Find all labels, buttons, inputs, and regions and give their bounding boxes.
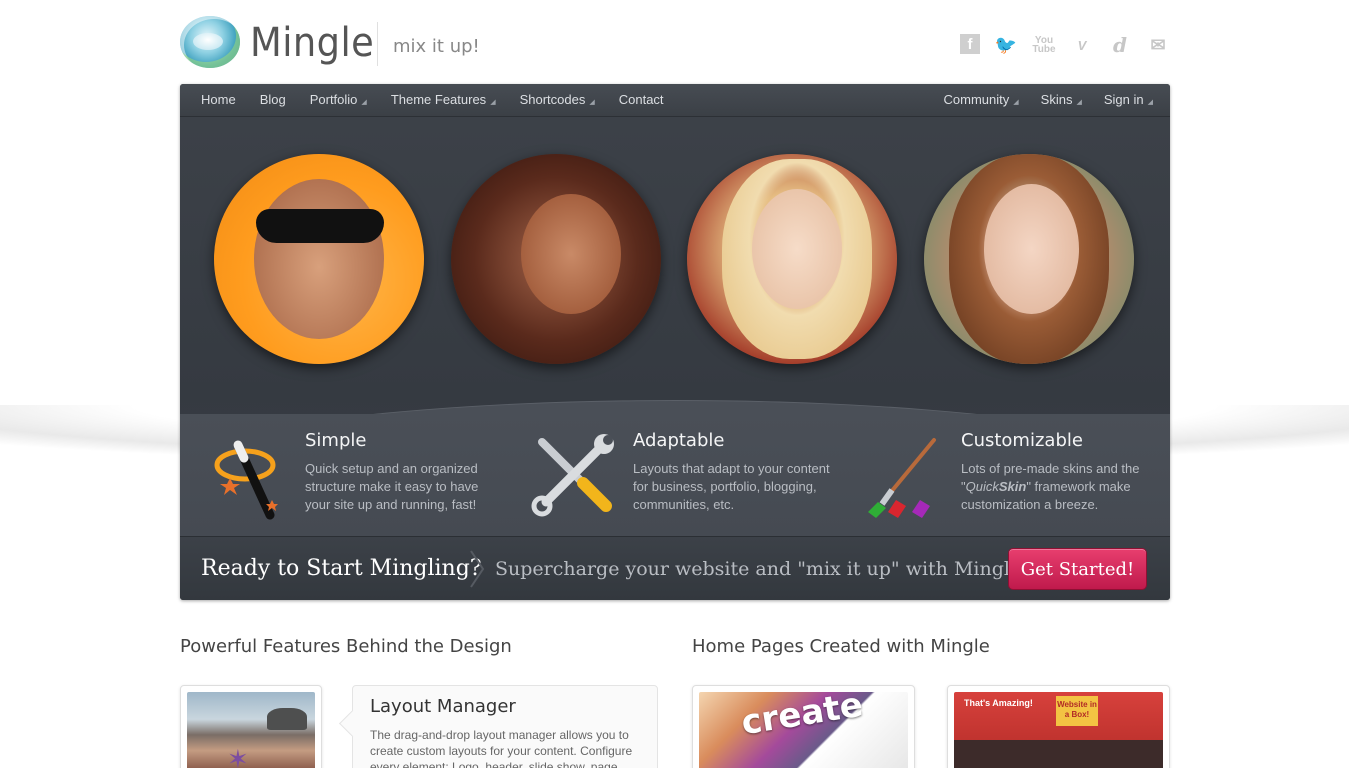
nav-label: Sign in [1103,92,1144,107]
rock-shape [267,708,307,730]
facebook-icon[interactable]: f [960,34,980,54]
sunglasses [256,209,384,243]
starfish-icon: ✶ [227,744,249,768]
nav-item-blog[interactable]: Blog [260,92,286,107]
feature-title: Simple [305,430,367,451]
nav-item-portfolio[interactable]: Portfolio ◢ [310,92,367,107]
portrait-face [254,179,384,339]
nav-item-shortcodes[interactable]: Shortcodes ◢ [520,92,595,107]
hero-portraits [214,154,1134,366]
feature-description: Layouts that adapt to your content for b… [633,461,830,512]
nav-label: Portfolio [309,92,358,107]
nav-label: Skins [1040,92,1073,107]
portrait-woman-smiling [451,154,661,364]
nav-item-skins[interactable]: Skins ◢ [1041,92,1082,107]
nav-label: Shortcodes [519,92,586,107]
nav-item-community[interactable]: Community ◢ [944,92,1019,107]
beach-image: ✶ [187,692,315,768]
paintbrush-icon [868,438,936,518]
desc-emphasis: Quick [965,479,999,494]
site-header: Mingle mix it up! f 🐦 You Tube V d ✉ [180,14,1170,76]
feature-adaptable: Adaptable Layouts that adapt to your con… [528,414,838,524]
dropdown-caret-icon: ◢ [1013,98,1019,106]
box-badge: Website in a Box! [1056,696,1098,726]
create-word: create [738,692,866,744]
cta-bar: Ready to Start Mingling? Supercharge you… [180,536,1170,600]
main-nav: Home Blog Portfolio ◢ Theme Features ◢ Sho… [180,84,1170,117]
portrait-woman-blonde [687,154,897,364]
portrait-face [521,194,621,314]
chevron-right-icon [470,550,485,588]
dropdown-caret-icon: ◢ [490,98,496,106]
nav-label: Theme Features [390,92,487,107]
homepages-heading: Home Pages Created with Mingle [692,636,990,657]
features-heading: Powerful Features Behind the Design [180,636,512,657]
dropdown-caret-icon: ◢ [1147,98,1153,106]
nav-item-home[interactable]: Home [201,92,236,107]
get-started-button[interactable]: Get Started! [1008,548,1147,590]
box-headline: That's Amazing! [964,698,1033,708]
nav-item-theme-features[interactable]: Theme Features ◢ [391,92,496,107]
vimeo-icon[interactable]: V [1070,34,1094,56]
nav-right: Community ◢ Skins ◢ Sign in ◢ [922,92,1153,107]
twitter-icon[interactable]: 🐦 [994,34,1018,56]
logo-text[interactable]: Mingle [250,20,374,66]
nav-label: Home [201,92,236,107]
email-icon[interactable]: ✉ [1146,34,1170,56]
social-links: f 🐦 You Tube V d ✉ [960,33,1170,57]
feature-description: Quick setup and an organized structure m… [305,461,479,512]
hero-panel: Home Blog Portfolio ◢ Theme Features ◢ Sho… [180,84,1170,600]
nav-label: Community [943,92,1010,107]
create-site-image: create [699,692,908,768]
logo-divider [377,22,378,66]
box-strip [954,740,1163,768]
desc-strong: Skin [998,479,1027,494]
feature-thumbnail[interactable]: ✶ [180,685,322,768]
nav-label: Contact [618,92,664,107]
feature-title: Adaptable [633,430,725,451]
feature-row: Simple Quick setup and an organized stru… [180,414,1170,536]
layout-manager-card: Layout Manager The drag-and-drop layout … [352,685,658,768]
nav-item-contact[interactable]: Contact [619,92,664,107]
nav-left: Home Blog Portfolio ◢ Theme Features ◢ Sho… [201,92,688,107]
portrait-man-sunglasses [214,154,424,364]
nav-label: Blog [259,92,286,107]
feature-title: Customizable [961,430,1083,451]
magic-wand-icon [214,440,278,520]
logo-orb-icon[interactable] [180,16,240,68]
nav-item-sign-in[interactable]: Sign in ◢ [1104,92,1153,107]
feature-customizable: Customizable Lots of pre-made skins and … [856,414,1166,524]
feature-description: Lots of pre-made skins and the "QuickSki… [961,460,1161,514]
cta-title: Ready to Start Mingling? [201,556,482,581]
card-description: The drag-and-drop layout manager allows … [370,728,633,768]
homepage-thumbnail-website-in-a-box[interactable]: That's Amazing! Website in a Box! [947,685,1170,768]
website-box-image: That's Amazing! Website in a Box! [954,692,1163,768]
dropdown-caret-icon: ◢ [589,98,595,106]
dropdown-caret-icon: ◢ [1076,98,1082,106]
delicious-icon[interactable]: d [1108,33,1132,57]
portrait-face [752,189,842,309]
tagline: mix it up! [393,36,480,57]
portrait-woman-redhead [924,154,1134,364]
card-title[interactable]: Layout Manager [370,696,640,717]
youtube-icon[interactable]: You Tube [1032,34,1056,56]
cta-subtitle: Supercharge your website and "mix it up"… [495,558,1029,580]
wrench-screwdriver-icon [531,434,614,517]
homepage-thumbnail-create[interactable]: create [692,685,915,768]
feature-simple: Simple Quick setup and an organized stru… [200,414,510,524]
portrait-face [984,184,1079,314]
dropdown-caret-icon: ◢ [361,98,367,106]
